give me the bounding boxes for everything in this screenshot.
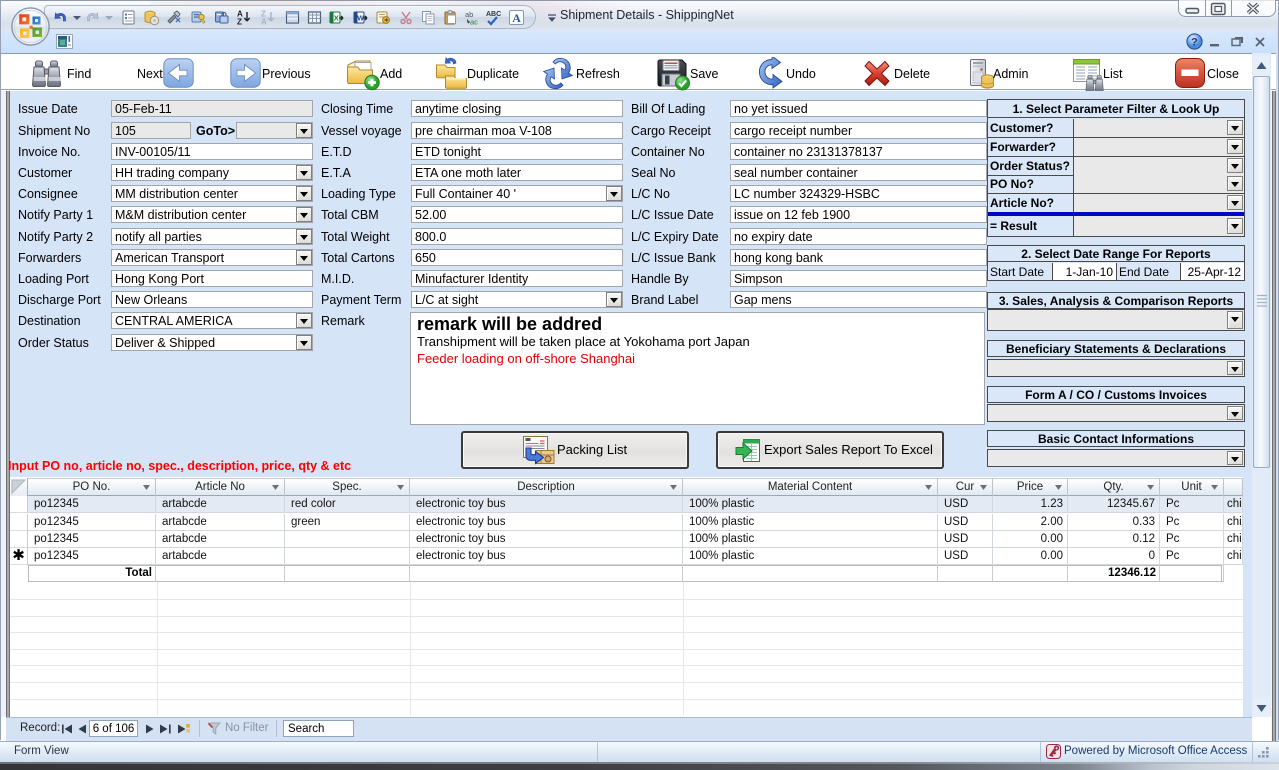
- svg-text:X: X: [334, 14, 339, 23]
- svg-text:?: ?: [1191, 37, 1198, 49]
- svg-text:Z: Z: [237, 18, 242, 27]
- svg-text:ac: ac: [470, 18, 478, 27]
- svg-text:A: A: [261, 18, 267, 27]
- svg-text:ABC: ABC: [486, 11, 501, 18]
- svg-text:A: A: [512, 11, 521, 25]
- svg-text:W: W: [357, 16, 364, 23]
